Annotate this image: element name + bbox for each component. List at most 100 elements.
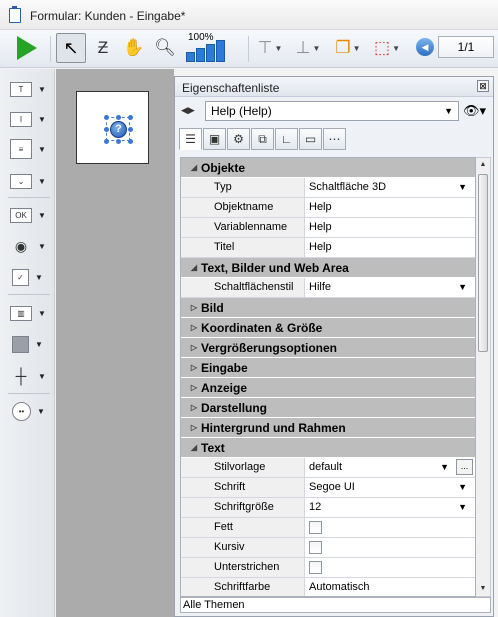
selection-handle[interactable] [116, 139, 121, 144]
property-value[interactable]: Schaltfläche 3D ▼ [305, 178, 475, 197]
selection-handle[interactable] [128, 115, 133, 120]
input-field-tool[interactable]: I ▼ [10, 109, 50, 129]
expand-triangle-icon[interactable]: ▷ [187, 378, 201, 397]
collapse-triangle-icon[interactable]: ◢ [187, 258, 201, 277]
group-objects-button[interactable]: ⬚ ▼ [368, 33, 406, 63]
property-value[interactable]: Automatisch [305, 578, 475, 596]
previous-page-button[interactable]: ◀ [416, 38, 434, 56]
chevron-down-icon[interactable]: ▼ [440, 458, 449, 477]
property-value[interactable]: default ▼... [305, 458, 475, 477]
progress-indicator-tool[interactable]: ▥ ▼ [10, 303, 50, 323]
scroll-down-arrow[interactable]: ▼ [476, 582, 490, 596]
property-value[interactable]: Hilfe ▼ [305, 278, 475, 297]
chevron-down-icon[interactable]: ▼ [458, 478, 467, 497]
chevron-down-icon[interactable]: ▼ [35, 340, 43, 349]
property-checkbox[interactable] [309, 521, 322, 534]
property-checkbox[interactable] [309, 541, 322, 554]
expand-triangle-icon[interactable]: ▷ [187, 398, 201, 417]
radio-button-tool[interactable]: ◉ ▼ [10, 236, 50, 256]
distribute-objects-button[interactable]: ⊥ ▼ [290, 33, 326, 63]
combo-box-tool[interactable]: ⌄ ▼ [10, 171, 50, 191]
button-tool[interactable]: OK ▼ [10, 205, 50, 225]
tab-more[interactable]: ⋯ [323, 128, 346, 150]
help-button-object[interactable]: ? [104, 115, 133, 144]
expand-triangle-icon[interactable]: ▷ [187, 298, 201, 317]
property-group-header[interactable]: ▷ Hintergrund und Rahmen [181, 418, 475, 438]
style-sheet-browse-button[interactable]: ... [456, 459, 473, 475]
selection-handle[interactable] [104, 127, 109, 132]
tab-display[interactable]: ▭ [299, 128, 322, 150]
eye-icon[interactable]: 👁︎▾ [463, 103, 486, 119]
property-value[interactable] [305, 538, 475, 557]
property-value[interactable]: Help [305, 238, 475, 257]
splitter-tool[interactable]: ┼ ▼ [10, 366, 50, 386]
expand-triangle-icon[interactable]: ▷ [187, 318, 201, 337]
tab-appearance[interactable]: ▣ [203, 128, 226, 150]
selection-handle[interactable] [116, 115, 121, 120]
chevron-down-icon[interactable]: ▼ [38, 242, 46, 251]
expand-triangle-icon[interactable]: ▷ [187, 338, 201, 357]
expand-triangle-icon[interactable]: ▷ [187, 358, 201, 377]
chevron-down-icon[interactable]: ▼ [458, 498, 467, 517]
chevron-down-icon[interactable]: ▼ [37, 407, 45, 416]
align-objects-button[interactable]: ⊤ ▼ [254, 33, 286, 63]
property-value[interactable]: 12 ▼ [305, 498, 475, 517]
plugin-area-tool[interactable]: •• ▼ [10, 401, 50, 421]
zoom-tool-button[interactable]: 🔍︎ [152, 33, 178, 63]
chevron-down-icon[interactable]: ▼ [458, 278, 467, 297]
run-form-button[interactable] [12, 33, 42, 63]
selection-handle[interactable] [104, 139, 109, 144]
chevron-down-icon[interactable]: ▼ [38, 309, 46, 318]
property-checkbox[interactable] [309, 561, 322, 574]
object-selector-dropdown[interactable]: Help (Help) ▼ [205, 101, 459, 121]
scrollbar-thumb[interactable] [478, 174, 488, 352]
property-value[interactable] [305, 558, 475, 577]
text-area-tool[interactable]: T ▼ [10, 79, 50, 99]
property-value[interactable]: Segoe UI ▼ [305, 478, 475, 497]
select-arrow-tool-button[interactable]: ↖ [56, 33, 86, 63]
collapse-triangle-icon[interactable]: ◢ [187, 438, 201, 457]
selection-handle[interactable] [128, 139, 133, 144]
property-group-header[interactable]: ◢ Text [181, 438, 475, 458]
list-box-tool[interactable]: ≡ ▼ [10, 139, 50, 159]
zoom-level-control[interactable]: 100% [186, 32, 246, 65]
property-value[interactable] [305, 518, 475, 537]
property-group-header[interactable]: ▷ Koordinaten & Größe [181, 318, 475, 338]
entry-order-tool-button[interactable]: Ƶ [90, 33, 116, 63]
property-value[interactable]: Help [305, 198, 475, 217]
property-group-header[interactable]: ◢ Objekte [181, 158, 475, 178]
chevron-down-icon[interactable]: ▼ [458, 178, 467, 197]
arrange-level-button[interactable]: ❐ ▼ [330, 33, 366, 63]
hand-tool-button[interactable]: ✋ [121, 33, 147, 63]
tab-list-view[interactable]: ☰ [179, 128, 202, 150]
property-row: Typ Schaltfläche 3D ▼ [181, 178, 475, 198]
page-number-field[interactable]: 1/1 [438, 36, 494, 58]
collapse-triangle-icon[interactable]: ◢ [187, 158, 201, 177]
expand-triangle-icon[interactable]: ▷ [187, 418, 201, 437]
close-icon[interactable]: ⊠ [477, 80, 489, 92]
selection-handle[interactable] [104, 115, 109, 120]
property-group-header[interactable]: ◢ Text, Bilder und Web Area [181, 258, 475, 278]
chevron-down-icon[interactable]: ▼ [38, 211, 46, 220]
chevron-down-icon[interactable]: ▼ [38, 85, 46, 94]
property-grid-scrollbar[interactable]: ▲ ▼ [476, 157, 491, 597]
property-group-header[interactable]: ▷ Vergrößerungsoptionen [181, 338, 475, 358]
scroll-up-arrow[interactable]: ▲ [476, 158, 490, 172]
tab-coordinates[interactable]: ∟ [275, 128, 298, 150]
selection-handle[interactable] [128, 127, 133, 132]
property-group-header[interactable]: ▷ Bild [181, 298, 475, 318]
property-group-header[interactable]: ▷ Eingabe [181, 358, 475, 378]
property-value[interactable]: Help [305, 218, 475, 237]
tab-objects[interactable]: ⧉ [251, 128, 274, 150]
chevron-down-icon[interactable]: ▼ [38, 372, 46, 381]
chevron-down-icon[interactable]: ▼ [35, 273, 43, 282]
chevron-down-icon[interactable]: ▼ [38, 115, 46, 124]
chevron-down-icon[interactable]: ▼ [38, 177, 46, 186]
tab-settings[interactable]: ⚙ [227, 128, 250, 150]
rectangle-tool[interactable]: ▼ [10, 334, 50, 354]
previous-next-object-icon[interactable]: ◀▶ [181, 105, 195, 116]
property-group-header[interactable]: ▷ Anzeige [181, 378, 475, 398]
chevron-down-icon[interactable]: ▼ [38, 145, 46, 154]
property-group-header[interactable]: ▷ Darstellung [181, 398, 475, 418]
checkbox-tool[interactable]: ✓ ▼ [10, 267, 50, 287]
